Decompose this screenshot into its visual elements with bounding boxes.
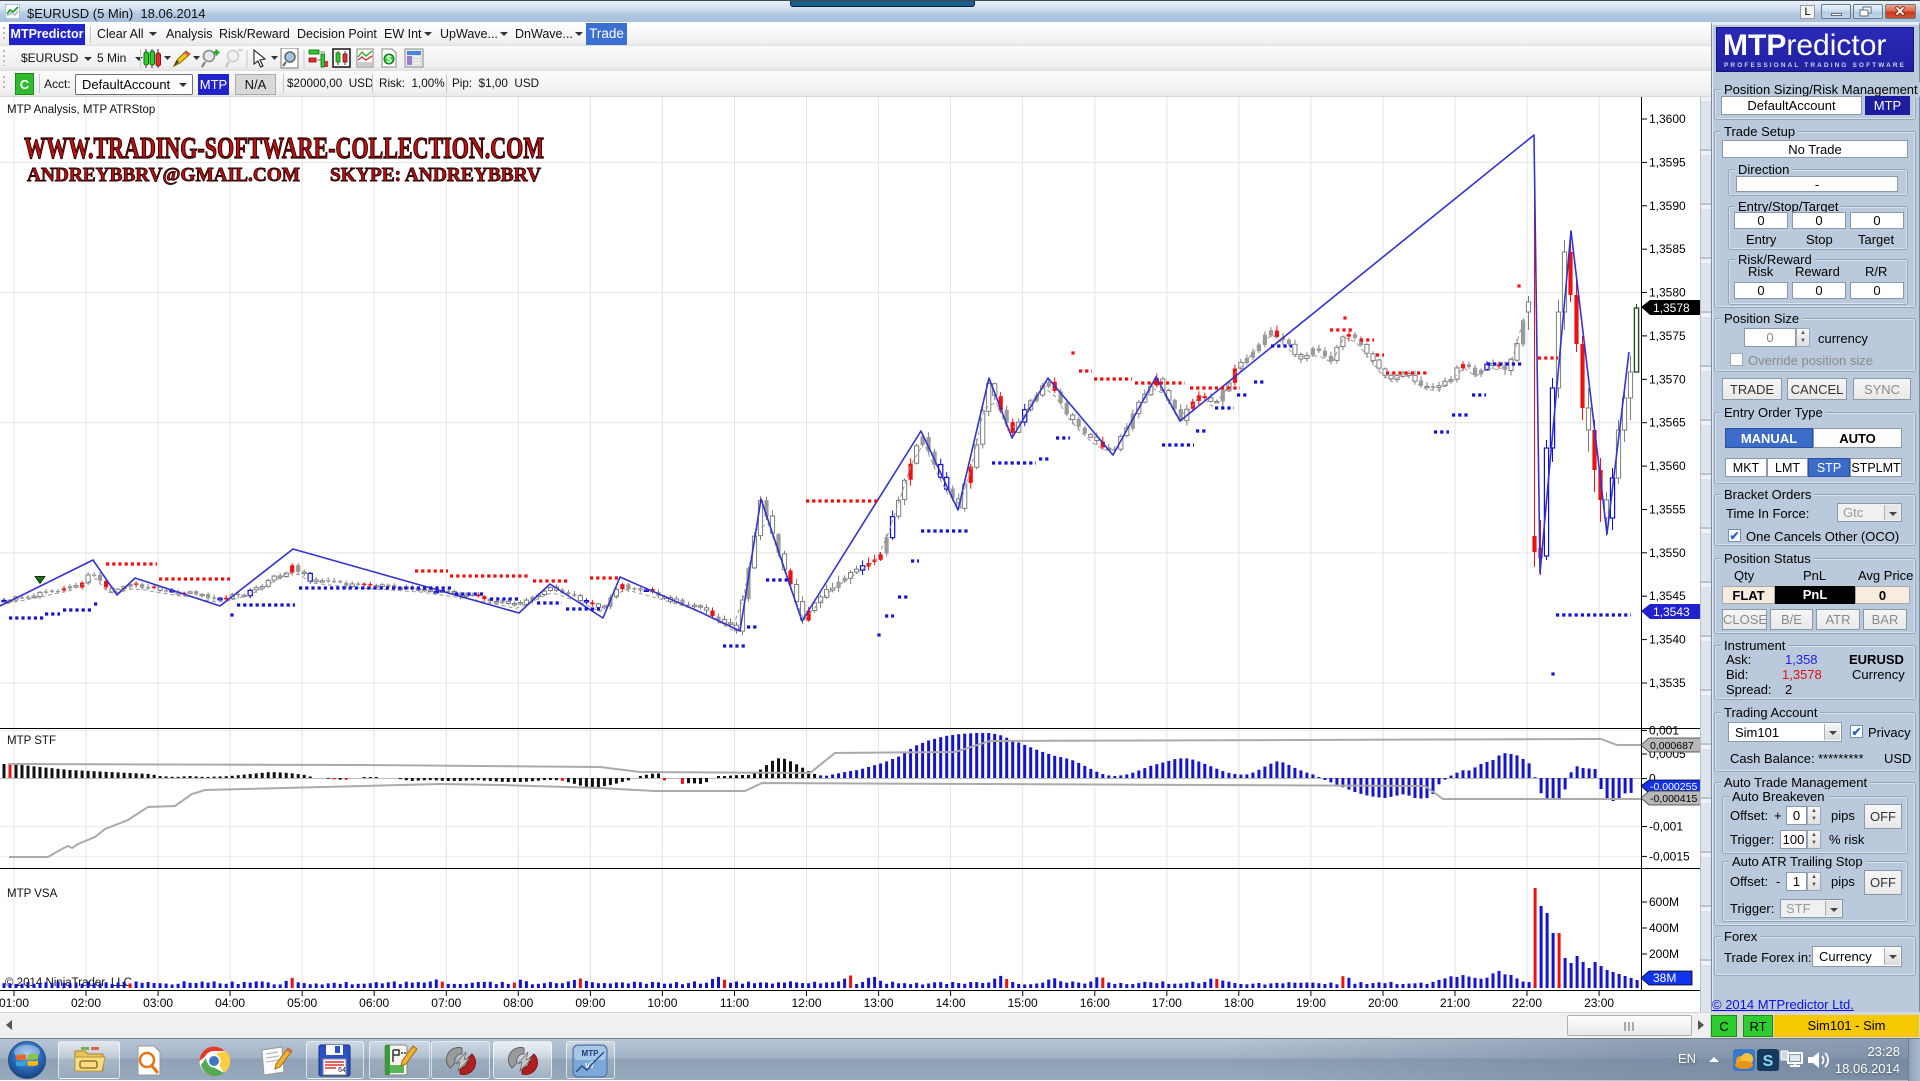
svg-text:1,3560: 1,3560 — [1649, 459, 1686, 473]
svg-text:07:00: 07:00 — [431, 996, 461, 1010]
svg-text:1,3565: 1,3565 — [1649, 416, 1686, 430]
svg-text:1,3590: 1,3590 — [1649, 199, 1686, 213]
svg-text:1,3543: 1,3543 — [1653, 605, 1690, 619]
svg-text:1,3595: 1,3595 — [1649, 155, 1686, 169]
svg-text:04:00: 04:00 — [215, 996, 245, 1010]
svg-text:WWW.TRADING-SOFTWARE-COLLECTIO: WWW.TRADING-SOFTWARE-COLLECTION.COM — [24, 130, 544, 165]
svg-text:16:00: 16:00 — [1080, 996, 1110, 1010]
svg-text:v7: v7 — [585, 1060, 595, 1070]
svg-text:1,3535: 1,3535 — [1649, 676, 1686, 690]
svg-text:20:00: 20:00 — [1368, 996, 1398, 1010]
svg-text:22:00: 22:00 — [1512, 996, 1542, 1010]
svg-text:S: S — [1763, 1053, 1774, 1070]
svg-text:MTP: MTP — [582, 1049, 600, 1058]
svg-text:02:00: 02:00 — [71, 996, 101, 1010]
svg-text:01:00: 01:00 — [0, 996, 29, 1010]
svg-text:09:00: 09:00 — [575, 996, 605, 1010]
svg-text:1,3545: 1,3545 — [1649, 589, 1686, 603]
svg-text:1,3578: 1,3578 — [1653, 301, 1690, 315]
svg-text:400M: 400M — [1649, 921, 1679, 935]
svg-text:1,3600: 1,3600 — [1649, 112, 1686, 126]
svg-text:200M: 200M — [1649, 947, 1679, 961]
svg-text:13:00: 13:00 — [864, 996, 894, 1010]
svg-text:19:00: 19:00 — [1296, 996, 1326, 1010]
svg-text:ANDREYBBRV@GMAIL.COM: ANDREYBBRV@GMAIL.COM — [27, 164, 300, 186]
svg-text:05:00: 05:00 — [287, 996, 317, 1010]
svg-text:21:00: 21:00 — [1440, 996, 1470, 1010]
svg-text:0,000687: 0,000687 — [1650, 740, 1694, 752]
svg-text:1,3570: 1,3570 — [1649, 372, 1686, 386]
svg-text:SKYPE: ANDREYBBRV: SKYPE: ANDREYBBRV — [330, 164, 542, 186]
svg-text:08:00: 08:00 — [503, 996, 533, 1010]
svg-text:1,3575: 1,3575 — [1649, 329, 1686, 343]
svg-text:0,001: 0,001 — [1649, 724, 1679, 738]
svg-text:MTP Analysis, MTP ATRStop: MTP Analysis, MTP ATRStop — [7, 104, 155, 116]
svg-text:12:00: 12:00 — [791, 996, 821, 1010]
svg-text:06:00: 06:00 — [359, 996, 389, 1010]
svg-text:-0,0015: -0,0015 — [1649, 849, 1690, 863]
svg-text:600M: 600M — [1649, 895, 1679, 909]
svg-text:1,3550: 1,3550 — [1649, 546, 1686, 560]
svg-text:MTP STF: MTP STF — [7, 735, 56, 747]
svg-text:64: 64 — [338, 1067, 346, 1074]
svg-text:1,3585: 1,3585 — [1649, 242, 1686, 256]
svg-text:10:00: 10:00 — [647, 996, 677, 1010]
svg-text:-0,001: -0,001 — [1649, 820, 1683, 834]
svg-text:38M: 38M — [1653, 971, 1676, 985]
svg-text:14:00: 14:00 — [936, 996, 966, 1010]
svg-text:18:00: 18:00 — [1224, 996, 1254, 1010]
svg-text:03:00: 03:00 — [143, 996, 173, 1010]
svg-text:MTP VSA: MTP VSA — [7, 888, 58, 900]
svg-text:1,3580: 1,3580 — [1649, 286, 1686, 300]
svg-text:1,3540: 1,3540 — [1649, 633, 1686, 647]
svg-text:15:00: 15:00 — [1008, 996, 1038, 1010]
svg-text:-0,000415: -0,000415 — [1650, 793, 1697, 805]
svg-text:23:00: 23:00 — [1584, 996, 1614, 1010]
svg-text:1,3555: 1,3555 — [1649, 503, 1686, 517]
svg-text:11:00: 11:00 — [720, 996, 749, 1010]
svg-text:17:00: 17:00 — [1152, 996, 1182, 1010]
